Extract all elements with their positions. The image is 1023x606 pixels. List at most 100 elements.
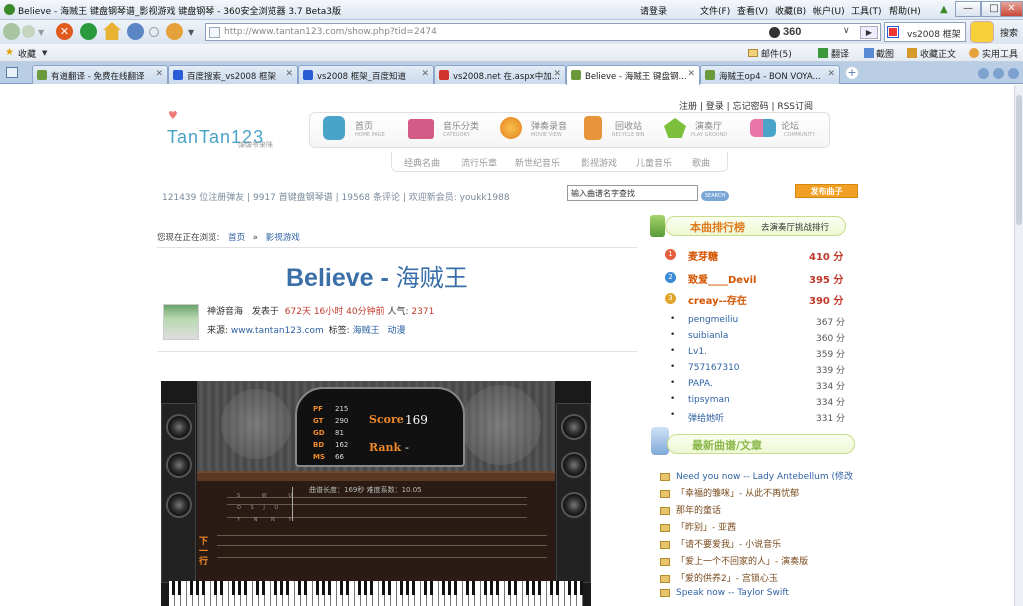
- new-tab-icon[interactable]: +: [846, 67, 858, 79]
- breadcrumb-home[interactable]: 首页: [228, 233, 245, 243]
- collect-icon[interactable]: [907, 48, 917, 58]
- tab-close-icon[interactable]: ✕: [687, 69, 695, 79]
- avatar[interactable]: [970, 21, 994, 43]
- news-link[interactable]: 「昨别」- 亚茜: [676, 523, 736, 533]
- search-engine-icon[interactable]: [887, 26, 899, 38]
- news-item[interactable]: 「请不要爱我」- 小说音乐: [660, 537, 860, 553]
- address-bar[interactable]: http://www.tantan123.com/show.php?tid=24…: [205, 23, 881, 41]
- publish-song-button[interactable]: 发布曲子: [795, 184, 858, 198]
- history-dropdown-icon[interactable]: ▼: [38, 28, 44, 37]
- tag-link[interactable]: 海贼王: [353, 326, 380, 336]
- rank-name[interactable]: Lv1.: [688, 347, 707, 357]
- news-link[interactable]: 「爱上一个不回家的人」- 演奏版: [676, 557, 808, 567]
- nav-category[interactable]: 音乐分类: [443, 119, 479, 132]
- tab-close-icon[interactable]: ✕: [421, 69, 429, 79]
- tab-close-icon[interactable]: ✕: [285, 69, 293, 79]
- rank-name[interactable]: 致爱____Devil: [688, 271, 756, 286]
- community-nav-icon[interactable]: [750, 119, 776, 137]
- translate-icon[interactable]: [818, 48, 828, 58]
- menu-login[interactable]: 请登录: [640, 4, 667, 17]
- refresh-icon[interactable]: [80, 23, 97, 40]
- tools-icon[interactable]: [969, 48, 979, 58]
- mail-icon[interactable]: [748, 49, 758, 57]
- tab-vs2008-aspx[interactable]: vs2008.net 在.aspx中加... ✕: [434, 65, 566, 84]
- news-item[interactable]: Need you now -- Lady Antebellum (修改: [660, 469, 860, 485]
- subnav-pop[interactable]: 流行乐章: [461, 156, 497, 169]
- menu-account[interactable]: 帐户(U): [813, 4, 845, 17]
- close-window-button[interactable]: ✕: [1000, 1, 1023, 17]
- leaf-icon[interactable]: ▲: [940, 4, 948, 15]
- vertical-scrollbar[interactable]: [1014, 85, 1023, 606]
- home-icon[interactable]: [103, 22, 121, 40]
- news-item[interactable]: 「幸福的雏咪」- 从此不再忧郁: [660, 486, 860, 502]
- mail-button[interactable]: 邮件(5): [761, 47, 792, 60]
- search-button[interactable]: 搜索: [1000, 26, 1018, 39]
- forward-icon[interactable]: [22, 25, 35, 38]
- register-link[interactable]: 注册: [679, 102, 697, 112]
- tab-scroll-left-icon[interactable]: [978, 68, 989, 79]
- favorites-dropdown-icon[interactable]: ▼: [42, 49, 47, 57]
- source-link[interactable]: www.tantan123.com: [231, 326, 324, 336]
- recycle-nav-icon[interactable]: [584, 116, 602, 140]
- tools-button[interactable]: 实用工具: [982, 47, 1018, 60]
- category-nav-icon[interactable]: [408, 119, 434, 139]
- rank-name[interactable]: 弹给她听: [688, 411, 724, 424]
- circle-option-icon[interactable]: [149, 27, 159, 37]
- rank-name[interactable]: suibianla: [688, 331, 728, 341]
- rss-link[interactable]: RSS订阅: [777, 102, 813, 112]
- stop-icon[interactable]: ✕: [56, 23, 73, 40]
- tab-youdao[interactable]: 有道翻译 - 免费在线翻译 ✕: [32, 65, 168, 84]
- search-input[interactable]: vs2008 框架: [907, 27, 961, 40]
- undo-icon[interactable]: [127, 23, 144, 40]
- tab-scroll-right-icon[interactable]: [993, 68, 1004, 79]
- login-link[interactable]: 登录: [706, 102, 724, 112]
- uploader-avatar[interactable]: [163, 304, 199, 340]
- scrollbar-thumb[interactable]: [1016, 95, 1022, 225]
- url-text[interactable]: http://www.tantan123.com/show.php?tid=24…: [224, 27, 437, 37]
- challenge-link[interactable]: 去演奏厅挑战排行: [761, 221, 829, 233]
- news-link[interactable]: 那年的童话: [676, 506, 721, 516]
- news-item[interactable]: 「爱上一个不回家的人」- 演奏版: [660, 554, 860, 570]
- nav-recycle[interactable]: 回收站: [615, 119, 642, 132]
- nav-playground[interactable]: 演奏厅: [695, 119, 722, 132]
- news-item[interactable]: 「爱的供养2」- 宫锁心玉: [660, 571, 860, 587]
- address-dropdown-icon[interactable]: ∨: [843, 26, 850, 36]
- news-item[interactable]: 那年的童话: [660, 503, 860, 519]
- tab-believe[interactable]: Believe - 海贼王 键盘钢... ✕: [566, 65, 700, 85]
- search-box[interactable]: vs2008 框架: [884, 22, 966, 42]
- site-search-input[interactable]: 输入曲谱名字查找: [567, 185, 698, 201]
- forgot-password-link[interactable]: 忘记密码: [733, 102, 769, 112]
- star-icon[interactable]: ★: [5, 47, 14, 58]
- collect-text-button[interactable]: 收藏正文: [920, 47, 956, 60]
- site-search-button[interactable]: SEARCH: [701, 191, 729, 201]
- minimize-button[interactable]: —: [955, 1, 981, 17]
- tab-close-icon[interactable]: ✕: [827, 69, 835, 79]
- screenshot-button[interactable]: 截图: [876, 47, 894, 60]
- next-line-label[interactable]: 下一行: [199, 537, 213, 567]
- rank-name[interactable]: 757167310: [688, 363, 740, 373]
- menu-help[interactable]: 帮助(H): [889, 4, 921, 17]
- tab-list-icon[interactable]: [6, 67, 18, 78]
- rank-name[interactable]: tipsyman: [688, 395, 730, 405]
- subnav-classic[interactable]: 经典名曲: [404, 156, 440, 169]
- translate-button[interactable]: 翻译: [831, 47, 849, 60]
- go-button[interactable]: ▶: [860, 26, 878, 39]
- menu-tools[interactable]: 工具(T): [851, 4, 882, 17]
- meta-author[interactable]: 神游音海: [207, 307, 243, 317]
- subnav-songs[interactable]: 歌曲: [692, 156, 710, 169]
- tab-one-piece-op4[interactable]: 海贼王op4 - BON VOYA... ✕: [700, 65, 840, 84]
- rank-name[interactable]: PAPA.: [688, 379, 713, 389]
- tab-baidu-search[interactable]: 百度搜索_vs2008 框架 ✕: [168, 65, 298, 84]
- news-link[interactable]: Speak now -- Taylor Swift: [676, 588, 789, 598]
- nav-community[interactable]: 论坛: [781, 119, 799, 132]
- piano-player[interactable]: PF GT GD BD MS 215 290 81 162 66 Score 1…: [161, 381, 591, 606]
- menu-view[interactable]: 查看(V): [737, 4, 768, 17]
- breadcrumb-section[interactable]: 影视游戏: [266, 233, 300, 243]
- home-nav-icon[interactable]: [323, 116, 345, 140]
- stat-new-member[interactable]: 欢迎新会员: youkk1988: [409, 193, 510, 203]
- tab-close-icon[interactable]: ✕: [155, 69, 163, 79]
- piano-black-keys[interactable]: [169, 581, 583, 595]
- rank-name[interactable]: pengmeiliu: [688, 315, 738, 325]
- nav-record[interactable]: 弹奏录音: [531, 119, 567, 132]
- paw-icon[interactable]: [166, 23, 183, 40]
